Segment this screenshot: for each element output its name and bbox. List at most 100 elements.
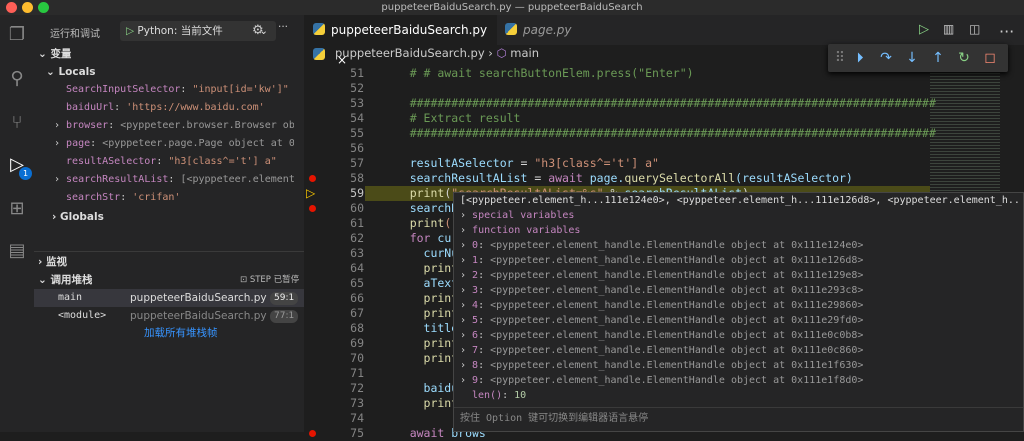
code-token: print [382,216,445,230]
hover-item[interactable]: › 9: <pyppeteer.element_handle.ElementHa… [460,373,863,388]
hover-item[interactable]: › 7: <pyppeteer.element_handle.ElementHa… [460,343,863,358]
remote-explorer-icon[interactable]: ▤ [5,239,29,263]
code-token: "h3[class^='t'] a" [534,156,659,170]
chevron-right-icon[interactable]: › [460,345,472,356]
tab-puppeteerBaiduSearch[interactable]: puppeteerBaiduSearch.py × [305,15,497,67]
chevron-right-icon[interactable]: › [54,174,66,185]
chevron-right-icon[interactable]: › [460,285,472,296]
more-icon[interactable]: ··· [278,21,288,33]
item-index: 3 [472,285,479,296]
chevron-right-icon[interactable]: › [460,270,472,281]
code-token: = [527,171,549,185]
hover-item[interactable]: › 0: <pyppeteer.element_handle.ElementHa… [460,238,863,253]
variables-section[interactable]: ⌄ 变量 [38,45,71,63]
chevron-right-icon[interactable]: › [460,315,472,326]
frame-position: 77:1 [270,310,299,323]
frame-name[interactable]: <module> [58,307,106,325]
close-window-button[interactable] [6,2,17,13]
variable-item[interactable]: › page: <pyppeteer.page.Page object at 0… [54,135,294,153]
load-all-frames-link[interactable]: 加载所有堆栈帧 [144,324,218,342]
item-value: <pyppeteer.element_handle.ElementHandle … [490,270,864,281]
hover-item[interactable]: › 1: <pyppeteer.element_handle.ElementHa… [460,253,863,268]
watch-section[interactable]: › 监视 [38,253,67,271]
variable-value: 'https://www.baidu.com' [126,102,265,113]
code-line[interactable]: resultASelector = "h3[class^='t'] a" [382,156,659,171]
frame-name[interactable]: main [58,289,82,307]
drag-handle-icon[interactable]: ⠿ [830,48,850,68]
frame-file[interactable]: puppeteerBaiduSearch.py [130,307,267,325]
chevron-right-icon[interactable]: › [460,225,472,236]
code-line[interactable]: searchResultAList = await page.querySele… [382,171,853,186]
code-token: searchResultAList [382,171,528,185]
gear-icon[interactable]: ⚙ [252,23,264,38]
code-line[interactable]: ########################################… [382,96,936,111]
hover-item[interactable]: › 3: <pyppeteer.element_handle.ElementHa… [460,283,863,298]
stop-icon[interactable]: ◻ [980,48,1000,68]
breadcrumb-file[interactable]: puppeteerBaiduSearch.py [335,46,485,60]
python-file-icon [313,23,325,35]
chevron-right-icon[interactable]: › [460,360,472,371]
code-line[interactable]: ########################################… [382,126,936,141]
variable-item: resultASelector: "h3[class^='t'] a" [66,156,277,167]
variable-name: page [66,138,91,149]
run-debug-icon[interactable]: ▷ 1 [5,153,32,180]
hover-item[interactable]: › 5: <pyppeteer.element_handle.ElementHa… [460,313,863,328]
callstack-section[interactable]: ⌄ 调用堆栈 [38,271,92,289]
status-text: STEP 已暂停 [249,275,300,285]
chevron-right-icon[interactable]: › [54,138,66,149]
chevron-right-icon[interactable]: › [460,375,472,386]
more-actions-icon[interactable]: ··· [999,22,1014,41]
hover-item[interactable]: › 8: <pyppeteer.element_handle.ElementHa… [460,358,863,373]
globals-scope[interactable]: › Globals [52,208,104,226]
minimap[interactable] [930,65,1000,195]
step-into-icon[interactable]: ↓ [902,48,922,68]
line-number: 64 [350,261,364,275]
hover-item[interactable]: › 2: <pyppeteer.element_handle.ElementHa… [460,268,863,283]
python-file-icon [505,23,517,35]
search-icon[interactable]: ⚲ [5,67,29,91]
variable-item[interactable]: › browser: <pyppeteer.browser.Browser ob… [54,117,294,135]
code-line[interactable]: # Extract result [382,111,521,126]
run-file-icon[interactable]: ▷ [919,22,929,37]
frame-file[interactable]: puppeteerBaiduSearch.py [130,289,267,307]
variable-name: resultASelector [66,156,157,167]
chevron-right-icon[interactable]: › [460,330,472,341]
locals-scope[interactable]: ⌄ Locals [46,63,96,81]
hover-item[interactable]: › 4: <pyppeteer.element_handle.ElementHa… [460,298,863,313]
item-value: <pyppeteer.element_handle.ElementHandle … [490,360,864,371]
hover-group[interactable]: › function variables [460,223,580,238]
chevron-right-icon[interactable]: › [460,300,472,311]
restart-icon[interactable]: ↻ [954,48,974,68]
code-line[interactable]: # # await searchButtonElem.press("Enter"… [382,66,694,81]
breadcrumb-symbol[interactable]: main [510,46,539,60]
source-control-icon[interactable]: ⑂ [5,111,29,135]
hover-summary: [<pyppeteer.element_h...111e124e0>, <pyp… [460,195,1020,206]
locals-label: Locals [58,66,96,78]
tab-page[interactable]: page.py [497,15,597,45]
extensions-icon[interactable]: ⊞ [5,197,29,221]
sidebar-title: 运行和调试 [50,29,100,40]
step-out-icon[interactable]: ↑ [928,48,948,68]
continue-icon[interactable]: ⏵ [850,48,870,68]
item-value: <pyppeteer.element_handle.ElementHandle … [490,315,864,326]
maximize-window-button[interactable] [38,2,49,13]
open-changes-icon[interactable]: ▥ [943,22,954,36]
len-value: 10 [514,390,527,401]
variable-name: searchResultAList [66,174,169,185]
variables-label: 变量 [50,48,72,60]
explorer-icon[interactable]: ❐ [5,23,29,47]
item-index: 9 [472,375,479,386]
minimize-window-button[interactable] [22,2,33,13]
debug-sidebar: 运行和调试 ▷ Python: 当前文件 ⌄ ⚙ ··· ⌄ 变量 ⌄ Local… [34,15,304,432]
chevron-right-icon[interactable]: › [54,120,66,131]
chevron-right-icon[interactable]: › [460,210,472,221]
split-editor-icon[interactable]: ◫ [969,22,980,36]
chevron-right-icon[interactable]: › [460,240,472,251]
chevron-right-icon[interactable]: › [460,255,472,266]
variable-item[interactable]: › searchResultAList: [<pyppeteer.element… [54,171,294,189]
line-number: 63 [350,246,364,260]
step-over-icon[interactable]: ↷ [876,48,896,68]
code-token: # # await searchButtonElem.press("Enter"… [382,66,694,80]
hover-item[interactable]: › 6: <pyppeteer.element_handle.ElementHa… [460,328,863,343]
hover-group[interactable]: › special variables [460,208,574,223]
